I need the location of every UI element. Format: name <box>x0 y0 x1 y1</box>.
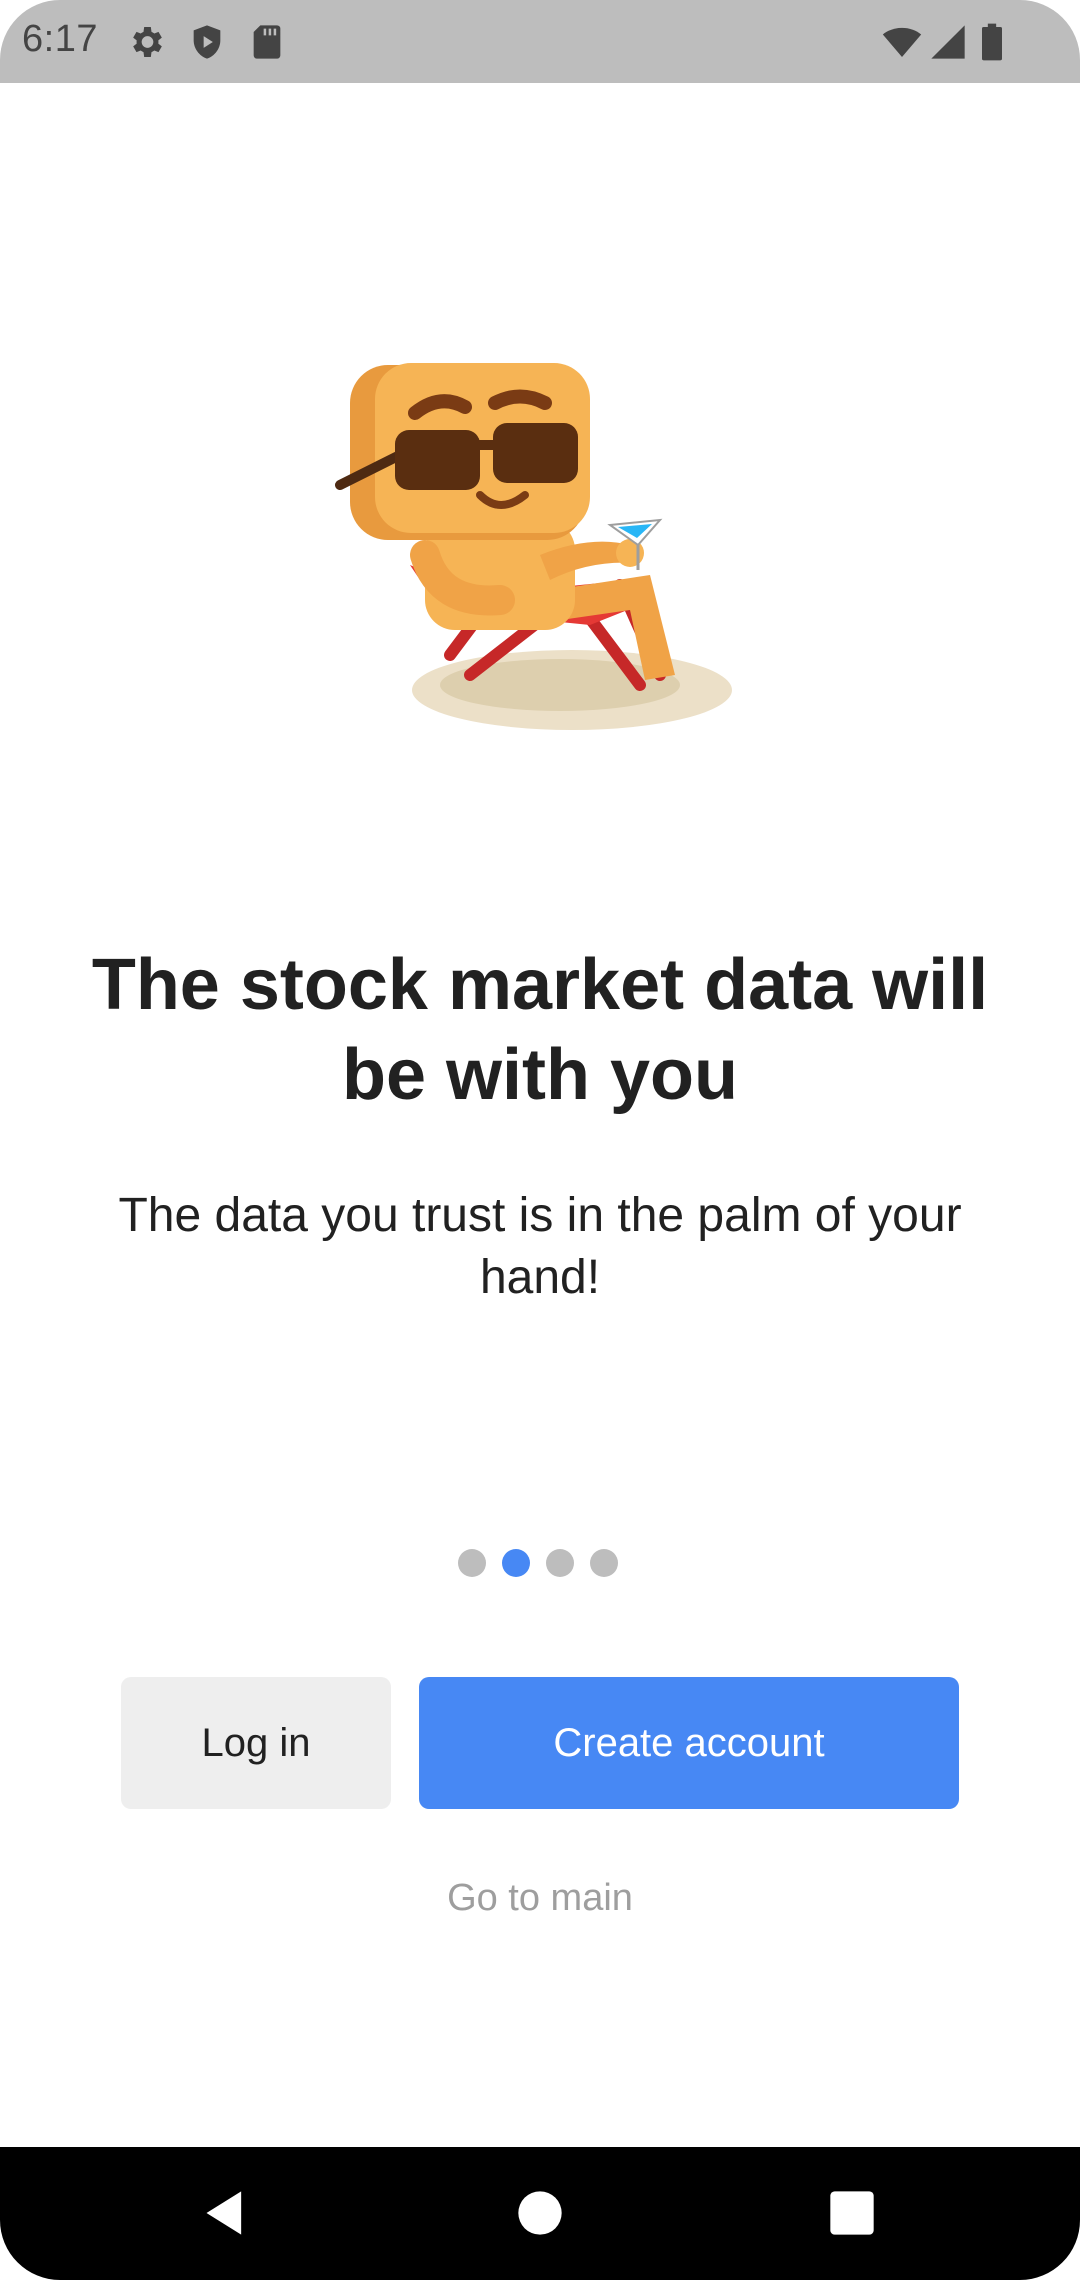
login-button[interactable]: Log in <box>121 1677 391 1809</box>
onboarding-headline: The stock market data will be with you <box>91 945 989 1115</box>
home-icon[interactable] <box>514 2187 566 2239</box>
status-bar: 6:17 <box>0 0 1080 83</box>
page-dot[interactable] <box>458 1549 486 1577</box>
onboarding-subline: The data you trust is in the palm of you… <box>118 1189 962 1304</box>
page-dot[interactable] <box>590 1549 618 1577</box>
onboarding-screen: 6:17 The stock market data will be with … <box>0 0 1080 2280</box>
shield-play-icon <box>187 22 227 62</box>
signal-icon <box>928 22 968 62</box>
navigation-bar <box>0 2147 1080 2280</box>
page-dot[interactable] <box>546 1549 574 1577</box>
page-dot-active[interactable] <box>502 1549 530 1577</box>
recents-icon[interactable] <box>826 2187 878 2239</box>
page-indicator <box>458 1549 618 1579</box>
gear-icon <box>126 22 166 62</box>
back-icon[interactable] <box>200 2187 252 2239</box>
go-to-main-link[interactable]: Go to main <box>340 1877 740 1920</box>
status-time: 6:17 <box>22 18 98 60</box>
wifi-icon <box>880 22 924 62</box>
create-account-button[interactable]: Create account <box>419 1677 959 1809</box>
sd-card-icon <box>247 22 287 62</box>
relaxing-character-illustration <box>330 355 750 745</box>
battery-icon <box>975 22 1009 62</box>
